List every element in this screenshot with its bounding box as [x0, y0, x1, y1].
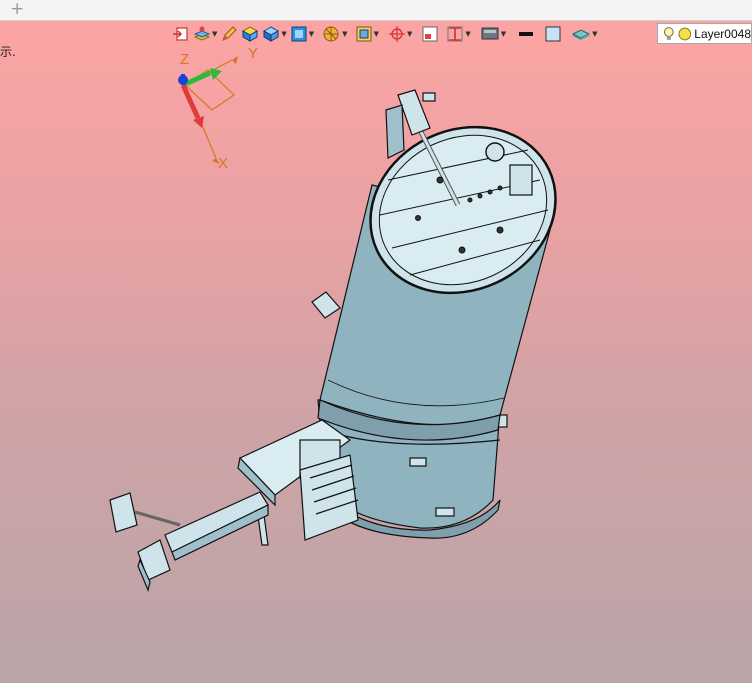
side-clip[interactable]	[311, 291, 341, 319]
3d-model[interactable]	[0, 0, 752, 683]
extension-arm[interactable]	[109, 491, 269, 592]
side-platform[interactable]	[237, 419, 359, 546]
